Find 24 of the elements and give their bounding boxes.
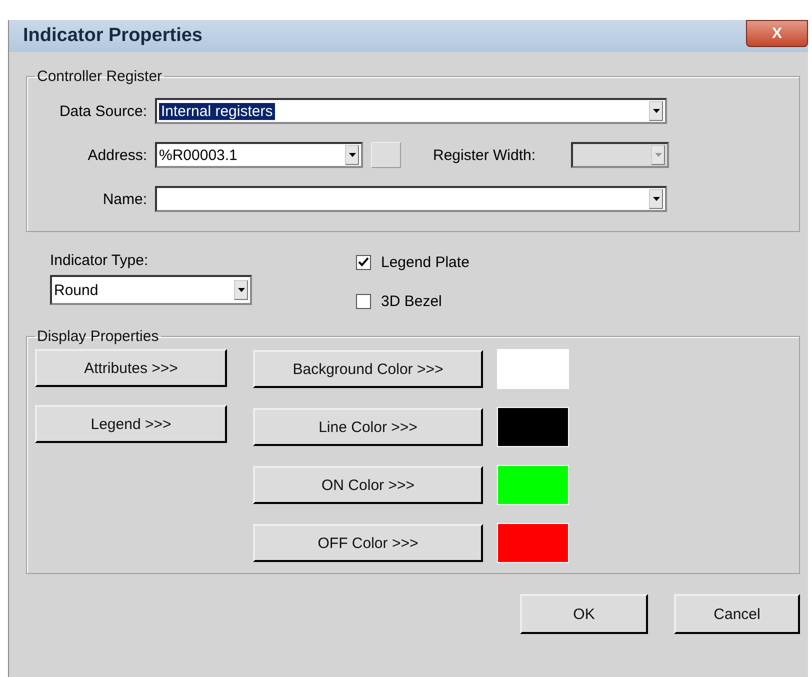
color-button[interactable]: OFF Color >>>: [253, 524, 483, 562]
checkbox[interactable]: [356, 294, 371, 309]
group-title: Display Properties: [36, 328, 160, 345]
checkbox-label: 3D Bezel: [381, 293, 442, 310]
dialog-button[interactable]: Attributes >>>: [35, 349, 227, 387]
field-label: Data Source:: [58, 102, 147, 120]
ok-button[interactable]: OK: [520, 594, 648, 634]
dialog-button[interactable]: Legend >>>: [35, 405, 227, 443]
dropdown[interactable]: [155, 186, 667, 212]
dropdown[interactable]: %R00003.1: [155, 142, 363, 168]
dropdown[interactable]: Round: [50, 275, 252, 305]
cancel-button[interactable]: Cancel: [674, 594, 800, 634]
field-label: Indicator Type:: [50, 252, 150, 269]
field-label: Address:: [86, 146, 147, 164]
color-button[interactable]: ON Color >>>: [253, 466, 483, 504]
dropdown[interactable]: Internal registers: [155, 98, 667, 124]
field-label: Register Width:: [433, 146, 537, 164]
checkbox-label: Legend Plate: [381, 254, 470, 271]
color-button[interactable]: Background Color >>>: [253, 350, 483, 388]
checkbox[interactable]: [356, 255, 371, 270]
color-button[interactable]: Line Color >>>: [253, 408, 483, 446]
window-title: Indicator Properties: [23, 25, 202, 47]
group-title: Controller Register: [36, 68, 164, 85]
field-label: Name:: [102, 190, 147, 208]
